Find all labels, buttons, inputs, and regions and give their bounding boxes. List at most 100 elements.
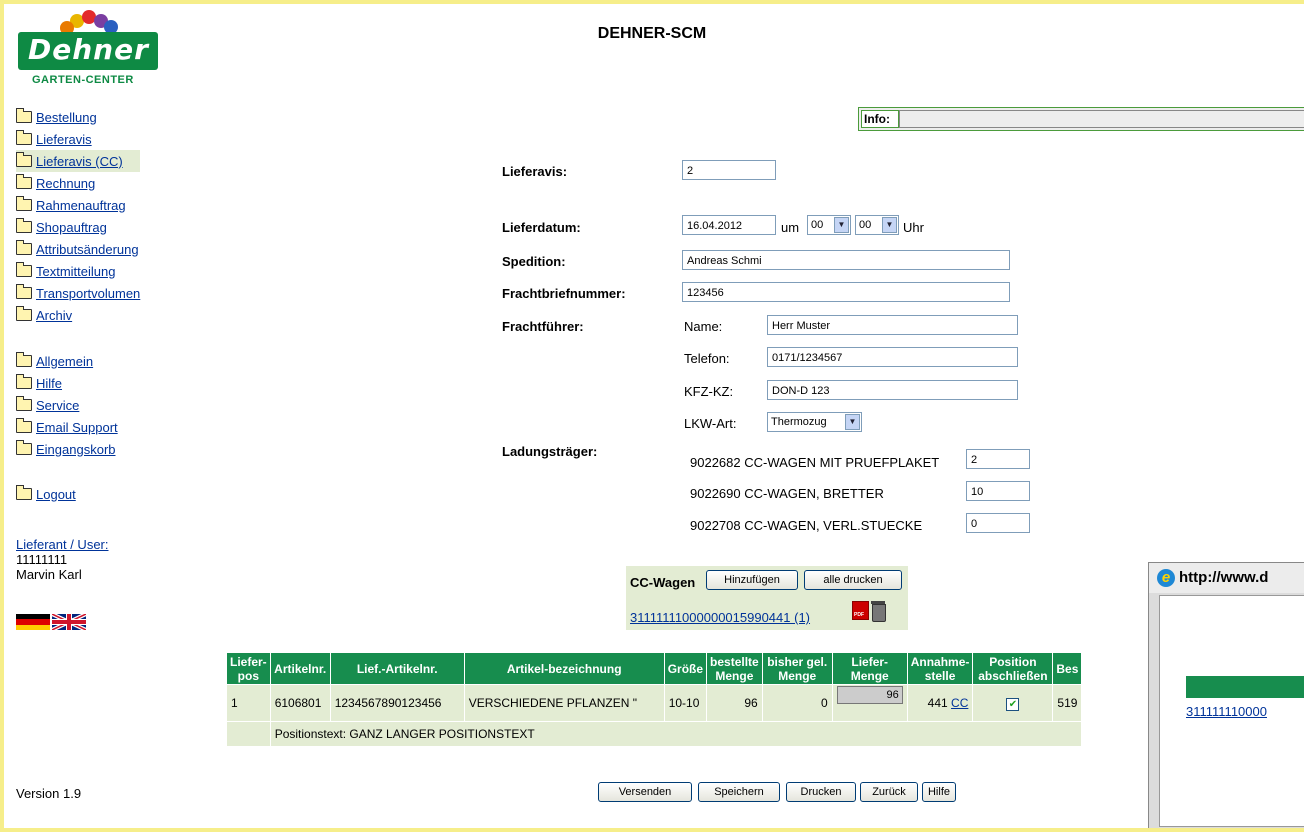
position-abschliessen-checkbox[interactable]: ✔ [1006,697,1020,711]
popup-link[interactable]: 311111110000 [1186,704,1267,719]
nav-item-email-support[interactable]: Email Support [16,416,118,438]
nav-item-label[interactable]: Transportvolumen [36,286,140,301]
name-input[interactable]: Herr Muster [767,315,1018,335]
german-flag-icon[interactable] [16,614,50,630]
folder-icon [16,108,32,123]
chevron-down-icon[interactable]: ▼ [882,217,897,233]
nav-item-attributsänderung[interactable]: Attributsänderung [16,238,140,260]
ladung-label: Ladungsträger: [502,444,598,459]
internet-explorer-icon: e [1157,569,1175,587]
nav-item-label[interactable]: Rechnung [36,176,95,191]
popup-body: 311111110000 [1159,595,1304,827]
user-id: 11111111 [16,552,68,567]
col-header-annahme: Annahme-stelle [906,652,974,685]
cell-bisher: 0 [761,684,833,722]
secondary-nav: Allgemein Hilfe Service Email Support Eingan… [16,350,118,460]
col-header-lief-artikelnr: Lief.-Artikelnr. [329,652,465,685]
lieferdatum-input[interactable]: 16.04.2012 [682,215,776,235]
folder-icon [16,374,32,389]
nav-item-lieferavis[interactable]: Lieferavis [16,128,140,150]
nav-item-label[interactable]: Bestellung [36,110,97,125]
nav-item-label[interactable]: Lieferavis [36,132,92,147]
nav-item-label[interactable]: Email Support [36,420,118,435]
nav-item-transportvolumen[interactable]: Transportvolumen [16,282,140,304]
alle-drucken-button[interactable]: alle drucken [804,570,902,590]
nav-item-label[interactable]: Archiv [36,308,72,323]
speichern-button[interactable]: Speichern [698,782,780,802]
nav-item-logout[interactable]: Logout [16,483,76,505]
col-header-bezeichnung: Artikel-bezeichnung [463,652,665,685]
browser-popup-window[interactable]: e http://www.d 311111110000 [1148,562,1304,832]
zurueck-button[interactable]: Zurück [860,782,918,802]
trash-icon[interactable] [871,601,886,622]
cc-wagen-link[interactable]: 31111111000000015990441 (1) [630,610,810,625]
liefer-menge-input[interactable]: 96 [836,686,903,704]
folder-icon [16,152,32,167]
window-frame-top [0,0,1304,4]
nav-item-label[interactable]: Textmitteilung [36,264,115,279]
annahme-number: 441 [927,696,948,710]
minute-value: 00 [859,219,872,231]
ladung-item-label: 9022690 CC-WAGEN, BRETTER [690,486,884,501]
nav-item-service[interactable]: Service [16,394,118,416]
info-label: Info: [861,110,899,128]
info-field[interactable] [899,110,1304,128]
chevron-down-icon[interactable]: ▼ [834,217,849,233]
nav-item-label[interactable]: Hilfe [36,376,62,391]
telefon-input[interactable]: 0171/1234567 [767,347,1018,367]
user-label[interactable]: Lieferant / User: [16,537,109,552]
col-header-groesse: Größe [663,652,708,685]
table-row-positionstext: Positionstext: GANZ LANGER POSITIONSTEXT [226,721,1083,747]
chevron-down-icon[interactable]: ▼ [845,414,860,430]
hour-select[interactable]: 00 ▼ [807,215,851,235]
nav-item-allgemein[interactable]: Allgemein [16,350,118,372]
nav-item-lieferavis-cc[interactable]: Lieferavis (CC) [16,150,141,172]
nav-item-eingangskorb[interactable]: Eingangskorb [16,438,118,460]
nav-item-archiv[interactable]: Archiv [16,304,140,326]
lieferavis-input[interactable]: 2 [682,160,776,180]
hilfe-button[interactable]: Hilfe [922,782,956,802]
hour-value: 00 [811,219,824,231]
cc-wagen-panel: CC-Wagen Hinzufügen alle drucken 3111111… [626,566,908,630]
ladung-item-input[interactable]: 0 [966,513,1030,533]
nav-item-label[interactable]: Rahmenauftrag [36,198,126,213]
lkw-value: Thermozug [771,416,827,428]
uk-flag-icon[interactable] [52,614,86,630]
nav-item-textmitteilung[interactable]: Textmitteilung [16,260,140,282]
folder-icon [16,440,32,455]
nav-item-label[interactable]: Attributsänderung [36,242,139,257]
nav-item-label[interactable]: Logout [36,487,76,502]
annahme-link[interactable]: CC [951,696,968,710]
frachtbrief-input[interactable]: 123456 [682,282,1010,302]
nav-item-label[interactable]: Eingangskorb [36,442,116,457]
table-row: 1 6106801 1234567890123456 VERSCHIEDENE … [226,684,1083,722]
nav-item-label[interactable]: Lieferavis (CC) [36,154,123,169]
ladung-item-input[interactable]: 2 [966,449,1030,469]
nav-item-hilfe[interactable]: Hilfe [16,372,118,394]
folder-icon [16,352,32,367]
minute-select[interactable]: 00 ▼ [855,215,899,235]
cell-groesse: 10-10 [663,684,708,722]
nav-item-label[interactable]: Service [36,398,79,413]
logout-nav: Logout [16,483,76,505]
nav-item-label[interactable]: Allgemein [36,354,93,369]
cell-lief-artikelnr: 1234567890123456 [329,684,465,722]
nav-item-rahmenauftrag[interactable]: Rahmenauftrag [16,194,140,216]
versenden-button[interactable]: Versenden [598,782,692,802]
popup-title-bar[interactable]: e http://www.d [1149,563,1304,593]
nav-item-rechnung[interactable]: Rechnung [16,172,140,194]
nav-item-label[interactable]: Shopauftrag [36,220,107,235]
folder-icon [16,396,32,411]
drucken-button[interactable]: Drucken [786,782,856,802]
folder-icon [16,485,32,500]
telefon-label: Telefon: [684,351,730,366]
spedition-input[interactable]: Andreas Schmi [682,250,1010,270]
kfz-input[interactable]: DON-D 123 [767,380,1018,400]
pdf-icon[interactable] [852,601,869,620]
lkw-select[interactable]: Thermozug ▼ [767,412,862,432]
cell-pos: 1 [226,684,271,722]
nav-item-bestellung[interactable]: Bestellung [16,106,140,128]
ladung-item-input[interactable]: 10 [966,481,1030,501]
hinzufuegen-button[interactable]: Hinzufügen [706,570,798,590]
nav-item-shopauftrag[interactable]: Shopauftrag [16,216,140,238]
